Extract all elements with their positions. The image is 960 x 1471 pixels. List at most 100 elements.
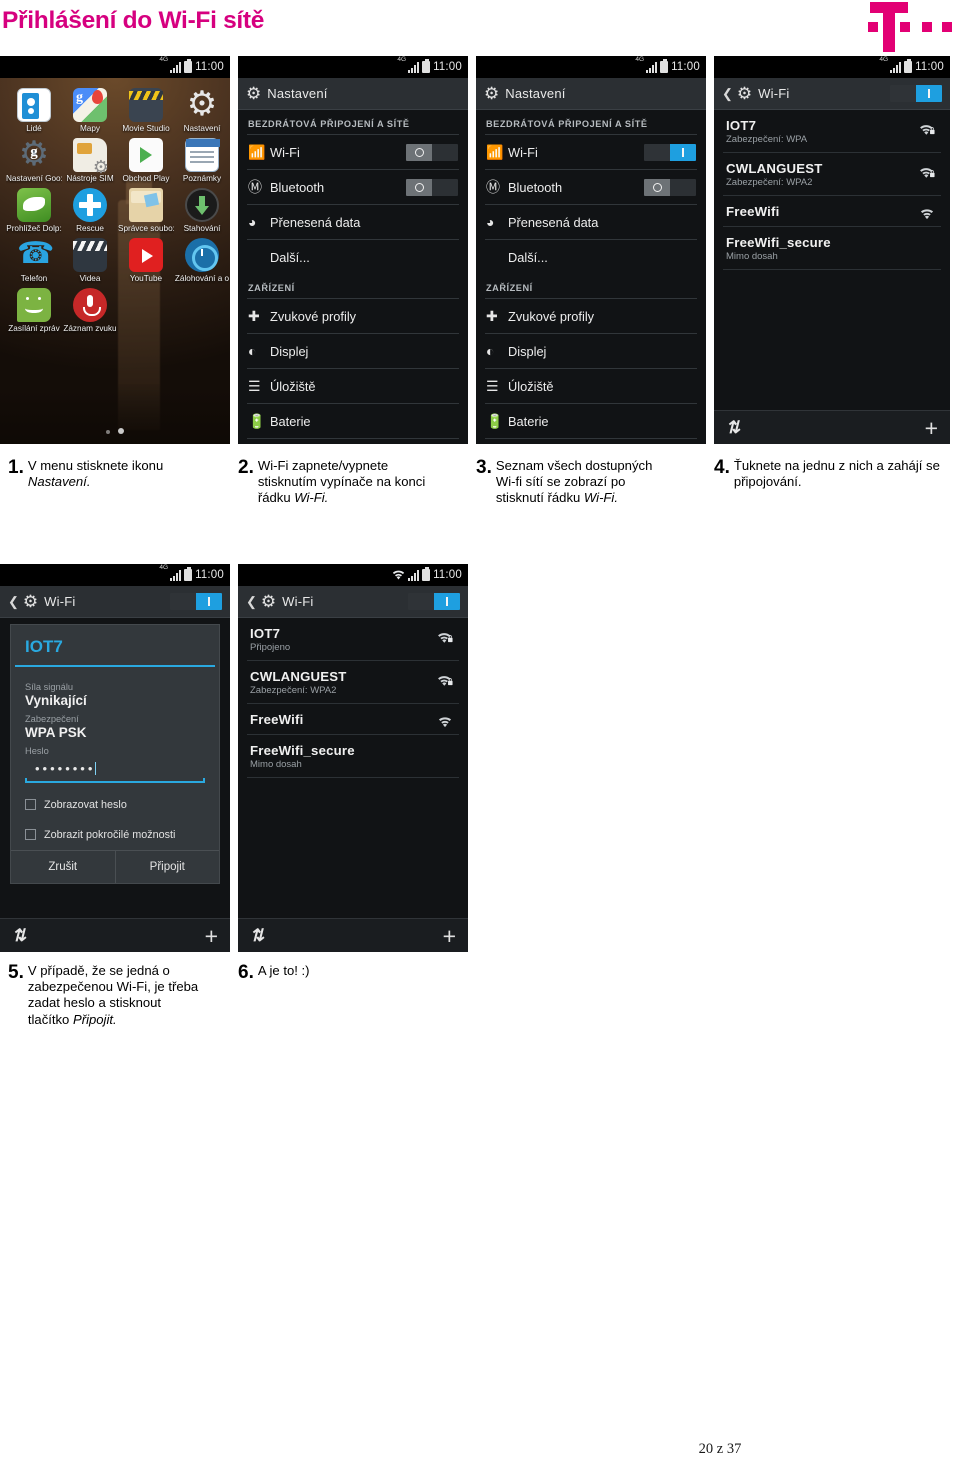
app-label: Záznam zvuku	[63, 324, 117, 333]
app-icon-zalohovani[interactable]: Zálohování a o	[174, 238, 230, 284]
settings-row-bluetooth[interactable]: Ⓜ Bluetooth	[476, 170, 706, 204]
settings-row-display[interactable]: ◐ Displej	[476, 334, 706, 368]
checkbox-show-password[interactable]: Zobrazovat heslo	[11, 790, 219, 820]
app-icon-mapy[interactable]: Mapy	[62, 88, 118, 134]
network-ssid: FreeWifi	[726, 204, 780, 219]
screenshot-row-1: 4G 11:00 Lidé Mapy Movie Studio Nastaven…	[0, 56, 960, 444]
action-bar-title: Wi-Fi	[282, 594, 314, 609]
password-input[interactable]: ••••••••	[25, 760, 205, 786]
backup-icon	[185, 238, 219, 272]
wifi-network-row[interactable]: FreeWifi_secure Mimo dosah	[238, 735, 468, 777]
sound-recorder-icon	[73, 288, 107, 322]
wifi-screen: ❮ ⚙ Wi-Fi IOT7 Připojeno CWLANGUEST Zabe…	[238, 586, 468, 952]
page-dot[interactable]	[106, 430, 110, 434]
settings-row-more[interactable]: Další...	[238, 240, 468, 274]
wifi-toggle[interactable]	[170, 593, 222, 610]
wifi-toggle[interactable]	[890, 85, 942, 102]
wifi-network-row[interactable]: FreeWifi	[238, 704, 468, 734]
checkbox-icon[interactable]	[25, 829, 36, 841]
wifi-screen-dimmed: ❮ ⚙ Wi-Fi IOT7 Síla signálu Vynikající Z…	[0, 586, 230, 952]
app-label: Videa	[79, 274, 101, 283]
action-bar-title: Nastavení	[505, 86, 566, 101]
app-icon-stahovani[interactable]: Stahování	[174, 188, 230, 234]
add-network-icon[interactable]: +	[925, 416, 938, 439]
wifi-toggle[interactable]	[644, 144, 696, 161]
checkbox-advanced-options[interactable]: Zobrazit pokročilé možnosti	[11, 820, 219, 850]
display-icon: ◐	[486, 343, 495, 359]
page-dot-active[interactable]	[118, 428, 124, 434]
scan-icon[interactable]: ⇅	[250, 926, 264, 946]
checkbox-icon[interactable]	[25, 799, 36, 811]
wifi-status-icon	[392, 570, 405, 580]
app-label: Prohlížeč Dolp:	[6, 224, 62, 233]
settings-row-display[interactable]: ◐ Displej	[238, 334, 468, 368]
settings-row-battery[interactable]: 🔋 Baterie	[476, 404, 706, 438]
home-screen: Lidé Mapy Movie Studio Nastavení Nastave…	[0, 78, 230, 444]
settings-row-data-usage[interactable]: ◕ Přenesená data	[238, 205, 468, 239]
app-icon-nastroje-sim[interactable]: Nástroje SIM	[62, 138, 118, 184]
wifi-network-row[interactable]: FreeWifi	[714, 196, 950, 226]
network-type-icon: 4G	[635, 56, 645, 63]
wifi-network-row[interactable]: CWLANGUEST Zabezpečení: WPA2	[238, 661, 468, 703]
settings-row-more[interactable]: Další...	[476, 240, 706, 274]
settings-row-storage[interactable]: ☰ Úložiště	[238, 369, 468, 403]
battery-icon	[660, 59, 669, 73]
wifi-toggle[interactable]	[408, 593, 460, 610]
network-type-icon: 4G	[159, 56, 169, 63]
back-chevron-icon[interactable]: ❮	[8, 594, 19, 610]
app-icon-videa[interactable]: Videa	[62, 238, 118, 284]
app-icon-zasilani-zprav[interactable]: Zasílání zpráv	[6, 288, 62, 334]
bluetooth-toggle[interactable]	[406, 179, 458, 196]
settings-row-battery[interactable]: 🔋 Baterie	[238, 404, 468, 438]
wifi-toggle[interactable]	[406, 144, 458, 161]
page-indicator	[0, 421, 230, 439]
settings-row-wifi[interactable]: 📶 Wi-Fi	[476, 135, 706, 169]
app-icon-telefon[interactable]: Telefon	[6, 234, 62, 284]
app-icon-spravce-souboru[interactable]: Správce soubo:	[118, 188, 174, 234]
scan-icon[interactable]: ⇅	[726, 418, 740, 438]
app-label: Telefon	[20, 274, 48, 283]
settings-row-data-usage[interactable]: ◕ Přenesená data	[476, 205, 706, 239]
wifi-screen: ❮ ⚙ Wi-Fi IOT7 Zabezpečení: WPA CWLANGUE…	[714, 78, 950, 444]
step-number: 2.	[238, 457, 254, 478]
wifi-network-row[interactable]: CWLANGUEST Zabezpečení: WPA2	[714, 153, 950, 195]
action-bar: ⚙ Nastavení	[238, 78, 468, 110]
settings-row-sound[interactable]: ✚ Zvukové profily	[238, 299, 468, 333]
settings-screen: ⚙ Nastavení BEZDRÁTOVÁ PŘIPOJENÍ A SÍTĚ …	[238, 78, 468, 444]
app-icon-poznamky[interactable]: Poznámky	[174, 138, 230, 184]
settings-screen: ⚙ Nastavení BEZDRÁTOVÁ PŘIPOJENÍ A SÍTĚ …	[476, 78, 706, 444]
scan-icon[interactable]: ⇅	[12, 926, 26, 946]
add-network-icon[interactable]: +	[443, 924, 456, 947]
phone-screenshot-wifi-connected: 11:00 ❮ ⚙ Wi-Fi IOT7 Připojeno CWLANGUES…	[238, 564, 468, 952]
wifi-bottom-bar: ⇅ +	[714, 410, 950, 444]
app-icon-rescue[interactable]: Rescue	[62, 188, 118, 234]
add-network-icon[interactable]: +	[205, 924, 218, 947]
settings-row-sound[interactable]: ✚ Zvukové profily	[476, 299, 706, 333]
settings-row-storage[interactable]: ☰ Úložiště	[476, 369, 706, 403]
step-number: 1.	[8, 457, 24, 478]
settings-row-bluetooth[interactable]: Ⓜ Bluetooth	[238, 170, 468, 204]
wifi-network-row[interactable]: IOT7 Připojeno	[238, 618, 468, 660]
app-icon-lide[interactable]: Lidé	[6, 88, 62, 134]
app-label: Stahování	[183, 224, 221, 233]
wifi-network-row[interactable]: IOT7 Zabezpečení: WPA	[714, 110, 950, 152]
back-chevron-icon[interactable]: ❮	[246, 594, 257, 610]
app-icon-obchod-play[interactable]: Obchod Play	[118, 138, 174, 184]
phone-screenshot-wifi-list: 4G 11:00 ❮ ⚙ Wi-Fi IOT7 Zabezpečení: WPA…	[714, 56, 950, 444]
app-icon-movie-studio[interactable]: Movie Studio	[118, 88, 174, 134]
status-time: 11:00	[915, 61, 944, 73]
divider	[723, 269, 941, 270]
cancel-button[interactable]: Zrušit	[11, 851, 115, 883]
wifi-network-row[interactable]: FreeWifi_secure Mimo dosah	[714, 227, 950, 269]
bluetooth-toggle[interactable]	[644, 179, 696, 196]
connect-button[interactable]: Připojit	[114, 850, 220, 883]
app-icon-nastaveni-google[interactable]: Nastavení Goo:	[6, 133, 62, 184]
app-icon-nastaveni[interactable]: Nastavení	[174, 83, 230, 134]
settings-row-wifi[interactable]: 📶 Wi-Fi	[238, 135, 468, 169]
action-bar-title: Nastavení	[267, 86, 328, 101]
app-icon-zaznam-zvuku[interactable]: Záznam zvuku	[62, 288, 118, 334]
caption-row-2: 5. V případě, že se jedná o zabezpečenou…	[0, 963, 960, 1028]
app-icon-prohlizec-dolphin[interactable]: Prohlížeč Dolp:	[6, 188, 62, 234]
back-chevron-icon[interactable]: ❮	[722, 86, 733, 102]
app-icon-youtube[interactable]: YouTube	[118, 238, 174, 284]
